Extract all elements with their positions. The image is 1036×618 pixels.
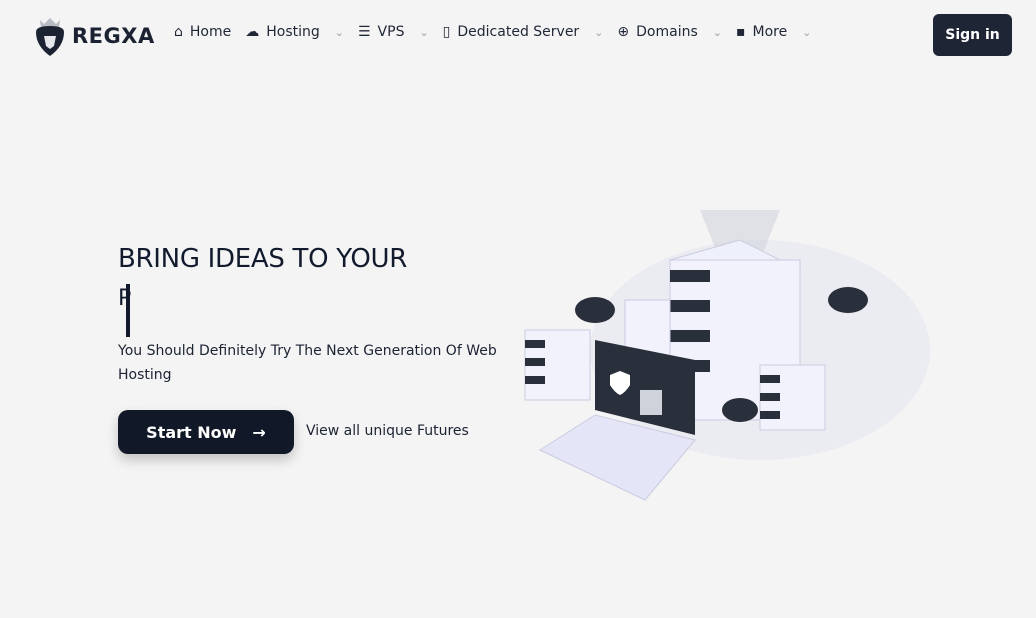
home-icon: ⌂ [174, 24, 183, 40]
globe-icon: ⊕ [617, 24, 630, 40]
sign-in-button[interactable]: Sign in [933, 14, 1012, 56]
chevron-down-icon: ⌄ [334, 25, 344, 39]
chevron-down-icon: ⌄ [419, 25, 429, 39]
start-now-button[interactable]: Start Now → [118, 410, 294, 454]
server-tower-icon: ▯ [442, 24, 451, 40]
chevron-down-icon: ⌄ [712, 25, 722, 39]
main-menu: ⌂ Home ☁ Hosting ⌄ ☰ VPS ⌄ ▯ Dedicated Server ⌄… [174, 24, 825, 40]
cloud-icon: ☁ [245, 24, 260, 40]
nav-vps[interactable]: ☰ VPS ⌄ [358, 24, 429, 40]
lion-logo-icon [36, 18, 64, 56]
nav-more[interactable]: ▪ More ⌄ [736, 24, 811, 40]
view-futures-link[interactable]: View all unique Futures [306, 423, 469, 439]
nav-home[interactable]: ⌂ Home [174, 24, 231, 40]
navbar: REGXA ⌂ Home ☁ Hosting ⌄ ☰ VPS ⌄ ▯ Dedicated S… [0, 0, 1036, 70]
hero-title: BRING IDEAS TO YOUR [118, 244, 408, 274]
hero-subtitle: You Should Definitely Try The Next Gener… [118, 343, 497, 383]
text-cursor [126, 284, 131, 337]
nav-dedicated-server[interactable]: ▯ Dedicated Server ⌄ [443, 24, 604, 40]
server-icon: ☰ [357, 24, 371, 40]
nav-domains[interactable]: ⊕ Domains ⌄ [617, 24, 722, 40]
more-icon: ▪ [735, 24, 746, 40]
chevron-down-icon: ⌄ [802, 25, 812, 39]
typed-text: P [118, 284, 131, 337]
chevron-down-icon: ⌄ [594, 25, 604, 39]
hosting-illustration [524, 210, 930, 501]
arrow-right-icon: → [252, 422, 266, 442]
brand-name: REGXA [72, 24, 155, 48]
nav-hosting[interactable]: ☁ Hosting ⌄ [245, 24, 344, 40]
start-now-label: Start Now [146, 422, 237, 442]
logo[interactable]: REGXA [34, 16, 155, 56]
